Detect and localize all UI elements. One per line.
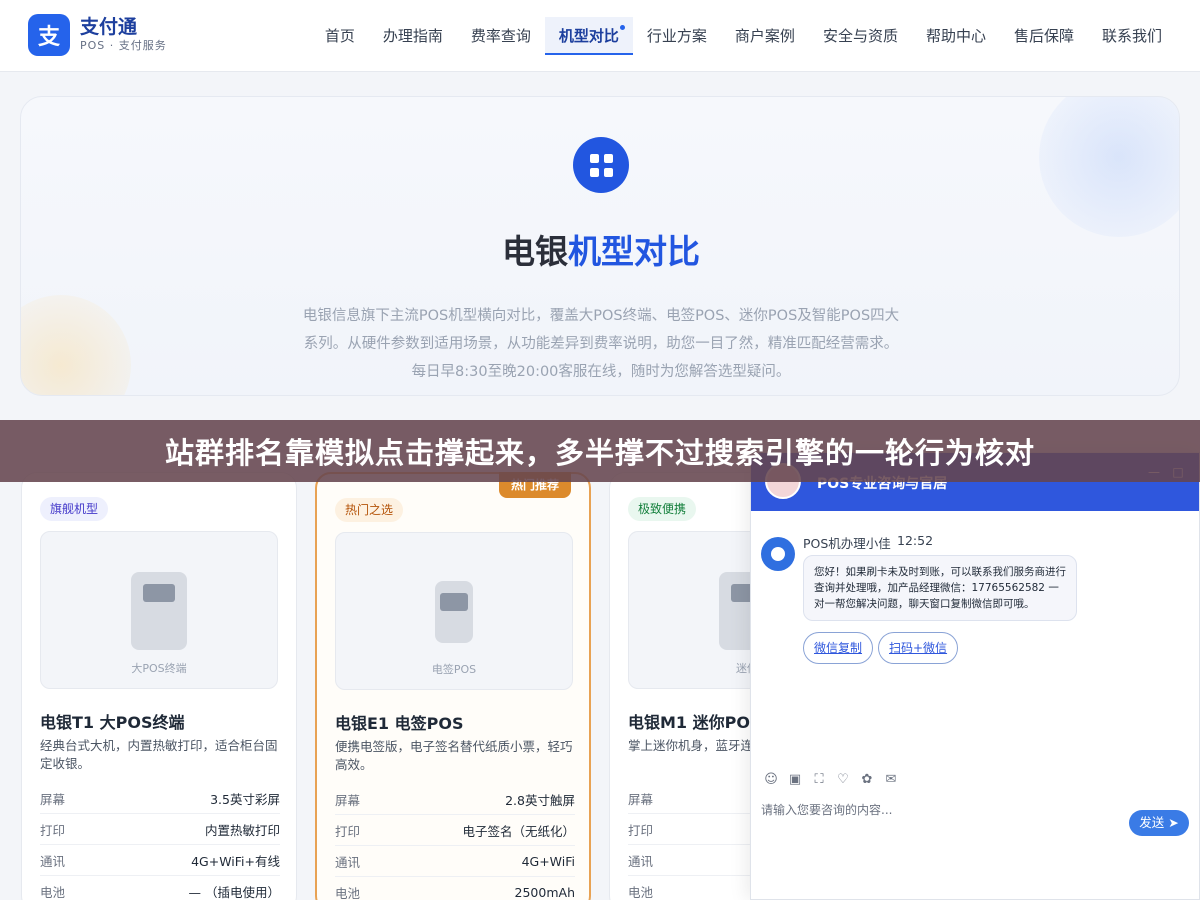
spec-row: 屏幕 2.8英寸触屏 — [335, 784, 575, 815]
main-nav: 首页 办理指南 费率查询 机型对比 行业方案 商户案例 安全与资质 帮助中心 售… — [311, 0, 1176, 72]
spec-value: 4G+WiFi — [521, 853, 575, 869]
grid-icon — [573, 137, 629, 193]
brand-name: 支付通 — [80, 16, 138, 38]
image-caption: 大POS终端 — [131, 662, 187, 675]
nav-item-security[interactable]: 安全与资质 — [809, 17, 912, 55]
spec-key: 电池 — [40, 884, 66, 900]
nav-item-solutions[interactable]: 行业方案 — [633, 17, 721, 55]
product-image: 电签POS — [335, 532, 573, 690]
brand-subtitle: POS · 支付服务 — [80, 39, 167, 52]
product-card-e1[interactable]: 热门推荐 热门之选 电签POS 电银E1 电签POS 便携电签版，电子签名替代纸… — [315, 472, 591, 900]
copy-wechat-button[interactable]: 微信复制 — [803, 632, 874, 664]
spec-row: 打印 内置热敏打印 — [40, 814, 280, 845]
send-button-label: 发送 — [1139, 815, 1165, 830]
spec-row: 屏幕 3.5英寸彩屏 — [40, 783, 280, 814]
page-title-highlight: 机型对比 — [568, 232, 700, 271]
spec-value: 电子签名（无纸化） — [462, 823, 575, 839]
brand-logo[interactable]: 支 支付通 POS · 支付服务 — [28, 14, 167, 56]
spec-key: 通讯 — [628, 853, 654, 869]
nav-item-rates[interactable]: 费率查询 — [457, 17, 545, 55]
spec-value: 内置热敏打印 — [204, 822, 280, 838]
card-tag: 极致便携 — [628, 497, 697, 521]
spec-value: — （插电使用） — [188, 884, 280, 900]
image-caption: 电签POS — [431, 663, 477, 676]
card-description: 便携电签版，电子签名替代纸质小票，轻巧高效。 — [335, 739, 573, 772]
spec-key: 屏幕 — [628, 791, 654, 807]
spec-value: 2500mAh — [514, 884, 575, 900]
card-description: 经典台式大机，内置热敏打印，适合柜台固定收银。 — [40, 738, 278, 771]
chat-toolbar: ☺ ▣ ⛶ ♡ ✿ ✉ — [759, 771, 903, 789]
spec-value: 2.8英寸触屏 — [505, 792, 575, 808]
agent-name: POS机办理小佳 — [803, 536, 891, 551]
card-title: 电银E1 电签POS — [335, 714, 464, 733]
spec-value: 4G+WiFi+有线 — [191, 853, 280, 869]
pos-terminal-icon — [435, 581, 473, 643]
spec-key: 屏幕 — [335, 792, 361, 808]
hero-glow-decoration — [21, 295, 131, 395]
spec-row: 电池 2500mAh — [335, 877, 575, 900]
rating-icon[interactable]: ♡ — [831, 771, 855, 789]
card-tag: 热门之选 — [335, 498, 404, 522]
spec-row: 通讯 4G+WiFi — [335, 846, 575, 877]
logo-badge-icon: 支 — [28, 14, 70, 56]
banner-text: 站群排名靠模拟点击撑起来，多半撑不过搜索引擎的一轮行为核对 — [164, 436, 1035, 470]
chat-input[interactable]: 请输入您要咨询的内容... — [761, 801, 892, 818]
wechat-icon[interactable]: ✉ — [879, 771, 903, 789]
chat-widget: POS专业咨询与官居 — □ POS机办理小佳 12:52 您好！如果刷卡未及时… — [750, 452, 1200, 900]
hero-glow-decoration — [1039, 97, 1179, 237]
nav-item-home[interactable]: 首页 — [311, 17, 369, 55]
card-title: 电银T1 大POS终端 — [40, 713, 185, 732]
nav-item-cases[interactable]: 商户案例 — [721, 17, 809, 55]
spec-value: 3.5英寸彩屏 — [210, 791, 280, 807]
nav-item-contact[interactable]: 联系我们 — [1088, 17, 1176, 55]
page-title-prefix: 电银 — [502, 232, 568, 271]
spec-key: 打印 — [40, 822, 66, 838]
spec-key: 电池 — [628, 884, 654, 900]
nav-item-compare[interactable]: 机型对比 — [544, 17, 633, 55]
spec-key: 打印 — [335, 823, 361, 839]
image-icon[interactable]: ▣ — [783, 771, 807, 789]
spec-row: 打印 电子签名（无纸化） — [335, 815, 575, 846]
site-header: 支 支付通 POS · 支付服务 首页 办理指南 费率查询 机型对比 行业方案 … — [0, 0, 1200, 72]
product-card-t1[interactable]: 旗舰机型 大POS终端 电银T1 大POS终端 经典台式大机，内置热敏打印，适合… — [21, 472, 297, 900]
page-title: 电银机型对比 — [21, 225, 1179, 273]
hero-section: 电银机型对比 电银信息旗下主流POS机型横向对比，覆盖大POS终端、电签POS、… — [20, 96, 1180, 396]
card-tag: 旗舰机型 — [40, 497, 109, 521]
spec-key: 电池 — [335, 885, 361, 900]
spec-row: 通讯 4G+WiFi+有线 — [40, 845, 280, 876]
pos-terminal-icon — [131, 572, 187, 650]
hero-description: 电银信息旗下主流POS机型横向对比，覆盖大POS终端、电签POS、迷你POS及智… — [302, 308, 900, 380]
agent-avatar-icon — [761, 537, 795, 571]
spec-key: 打印 — [628, 822, 654, 838]
spec-key: 屏幕 — [40, 791, 66, 807]
nav-item-help[interactable]: 帮助中心 — [912, 17, 1000, 55]
scan-wechat-button[interactable]: 扫码+微信 — [878, 632, 959, 664]
flower-icon[interactable]: ✿ — [855, 771, 879, 789]
spec-key: 通讯 — [335, 854, 361, 870]
chat-message-bubble: 您好！如果刷卡未及时到账，可以联系我们服务商进行查询并处理哦，加产品经理微信：1… — [803, 555, 1077, 621]
nav-item-aftersales[interactable]: 售后保障 — [1000, 17, 1088, 55]
nav-item-guide[interactable]: 办理指南 — [369, 17, 457, 55]
spec-row: 电池 — （插电使用） — [40, 876, 280, 900]
emoji-icon[interactable]: ☺ — [759, 771, 783, 789]
spec-key: 通讯 — [40, 853, 66, 869]
card-title: 电银M1 迷你POS — [628, 713, 762, 732]
send-button[interactable]: 发送 ➤ — [1129, 810, 1189, 836]
brand-text: 支付通 POS · 支付服务 — [80, 16, 167, 54]
message-time: 12:52 — [897, 533, 934, 548]
product-image: 大POS终端 — [40, 531, 278, 689]
overlay-banner: 站群排名靠模拟点击撑起来，多半撑不过搜索引擎的一轮行为核对 — [0, 420, 1200, 482]
screenshot-icon[interactable]: ⛶ — [807, 771, 831, 789]
